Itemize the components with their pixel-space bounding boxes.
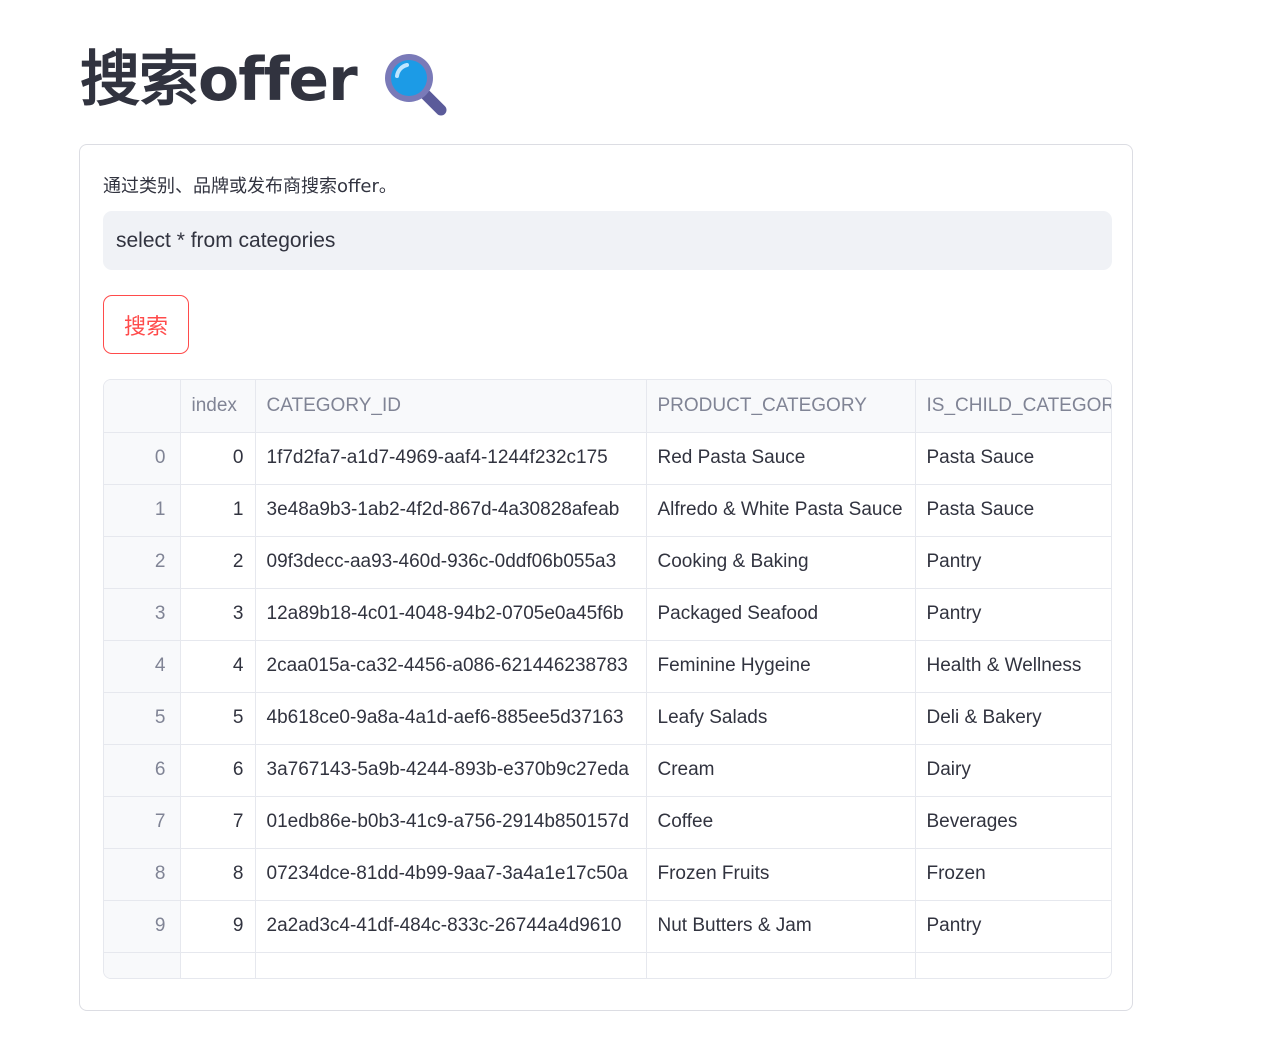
index-cell[interactable]: 4	[180, 640, 256, 693]
table-row: 3 3 12a89b18-4c01-4048-94b2-0705e0a45f6b…	[104, 588, 1111, 641]
index-cell[interactable]: 5	[180, 692, 256, 745]
column-header-product-category[interactable]: PRODUCT_CATEGORY	[646, 380, 916, 433]
is-child-category-cell[interactable]: Pantry	[915, 588, 1111, 641]
table-row: 1 1 3e48a9b3-1ab2-4f2d-867d-4a30828afeab…	[104, 484, 1111, 537]
is-child-category-cell[interactable]: Health & Wellness	[915, 640, 1111, 693]
table-header-row: index CATEGORY_ID PRODUCT_CATEGORY IS_CH…	[104, 380, 1111, 433]
title-row: 搜索offer	[80, 38, 451, 122]
is-child-category-cell[interactable]	[915, 952, 1111, 978]
product-category-cell[interactable]: Cream	[646, 744, 916, 797]
index-cell[interactable]: 8	[180, 848, 256, 901]
category-id-cell[interactable]: 12a89b18-4c01-4048-94b2-0705e0a45f6b	[255, 588, 647, 641]
magnifying-glass-icon	[379, 48, 451, 120]
row-header: 7	[104, 796, 181, 849]
query-field-label: 通过类别、品牌或发布商搜索offer。	[103, 176, 397, 197]
column-header-is-child-category[interactable]: IS_CHILD_CATEGORY	[915, 380, 1111, 433]
table-row: 8 8 07234dce-81dd-4b99-9aa7-3a4a1e17c50a…	[104, 848, 1111, 901]
category-id-cell[interactable]: 01edb86e-b0b3-41c9-a756-2914b850157d	[255, 796, 647, 849]
column-header-rowhead	[104, 380, 181, 433]
table-row-partial	[104, 952, 1111, 978]
product-category-cell[interactable]: Alfredo & White Pasta Sauce	[646, 484, 916, 537]
product-category-cell[interactable]: Frozen Fruits	[646, 848, 916, 901]
index-cell[interactable]: 0	[180, 432, 256, 485]
index-cell[interactable]: 3	[180, 588, 256, 641]
column-header-index[interactable]: index	[180, 380, 256, 433]
category-id-cell[interactable]: 4b618ce0-9a8a-4a1d-aef6-885ee5d37163	[255, 692, 647, 745]
product-category-cell[interactable]: Leafy Salads	[646, 692, 916, 745]
row-header	[104, 952, 181, 978]
category-id-cell[interactable]: 09f3decc-aa93-460d-936c-0ddf06b055a3	[255, 536, 647, 589]
category-id-cell[interactable]: 2a2ad3c4-41df-484c-833c-26744a4d9610	[255, 900, 647, 953]
category-id-cell[interactable]: 3a767143-5a9b-4244-893b-e370b9c27eda	[255, 744, 647, 797]
page-title: 搜索offer	[80, 45, 358, 115]
app-page: 搜索offer 通过类别、品牌或发布商搜索offer。 搜索 in	[0, 0, 1271, 1048]
row-header: 2	[104, 536, 181, 589]
category-id-cell[interactable]	[255, 952, 647, 978]
row-header: 9	[104, 900, 181, 953]
is-child-category-cell[interactable]: Frozen	[915, 848, 1111, 901]
is-child-category-cell[interactable]: Deli & Bakery	[915, 692, 1111, 745]
product-category-cell[interactable]: Nut Butters & Jam	[646, 900, 916, 953]
results-grid: index CATEGORY_ID PRODUCT_CATEGORY IS_CH…	[104, 380, 1111, 978]
table-row: 4 4 2caa015a-ca32-4456-a086-621446238783…	[104, 640, 1111, 693]
index-cell[interactable]: 7	[180, 796, 256, 849]
index-cell[interactable]: 6	[180, 744, 256, 797]
table-row: 5 5 4b618ce0-9a8a-4a1d-aef6-885ee5d37163…	[104, 692, 1111, 745]
column-header-category-id[interactable]: CATEGORY_ID	[255, 380, 647, 433]
row-header: 5	[104, 692, 181, 745]
is-child-category-cell[interactable]: Pasta Sauce	[915, 484, 1111, 537]
product-category-cell[interactable]	[646, 952, 916, 978]
product-category-cell[interactable]: Cooking & Baking	[646, 536, 916, 589]
product-category-cell[interactable]: Red Pasta Sauce	[646, 432, 916, 485]
table-row: 7 7 01edb86e-b0b3-41c9-a756-2914b850157d…	[104, 796, 1111, 849]
is-child-category-cell[interactable]: Beverages	[915, 796, 1111, 849]
results-table[interactable]: index CATEGORY_ID PRODUCT_CATEGORY IS_CH…	[103, 379, 1112, 979]
table-row: 6 6 3a767143-5a9b-4244-893b-e370b9c27eda…	[104, 744, 1111, 797]
table-row: 2 2 09f3decc-aa93-460d-936c-0ddf06b055a3…	[104, 536, 1111, 589]
table-row: 9 9 2a2ad3c4-41df-484c-833c-26744a4d9610…	[104, 900, 1111, 953]
is-child-category-cell[interactable]: Pantry	[915, 536, 1111, 589]
category-id-cell[interactable]: 07234dce-81dd-4b99-9aa7-3a4a1e17c50a	[255, 848, 647, 901]
row-header: 3	[104, 588, 181, 641]
index-cell[interactable]: 2	[180, 536, 256, 589]
table-row: 0 0 1f7d2fa7-a1d7-4969-aaf4-1244f232c175…	[104, 432, 1111, 485]
product-category-cell[interactable]: Feminine Hygeine	[646, 640, 916, 693]
category-id-cell[interactable]: 2caa015a-ca32-4456-a086-621446238783	[255, 640, 647, 693]
row-header: 1	[104, 484, 181, 537]
index-cell[interactable]: 1	[180, 484, 256, 537]
index-cell[interactable]: 9	[180, 900, 256, 953]
query-input[interactable]	[103, 211, 1112, 270]
index-cell[interactable]	[180, 952, 256, 978]
is-child-category-cell[interactable]: Pantry	[915, 900, 1111, 953]
category-id-cell[interactable]: 3e48a9b3-1ab2-4f2d-867d-4a30828afeab	[255, 484, 647, 537]
row-header: 0	[104, 432, 181, 485]
row-header: 8	[104, 848, 181, 901]
search-button[interactable]: 搜索	[103, 295, 189, 354]
product-category-cell[interactable]: Packaged Seafood	[646, 588, 916, 641]
product-category-cell[interactable]: Coffee	[646, 796, 916, 849]
row-header: 4	[104, 640, 181, 693]
row-header: 6	[104, 744, 181, 797]
search-form: 通过类别、品牌或发布商搜索offer。 搜索 index CATEGORY_ID…	[79, 144, 1133, 1011]
is-child-category-cell[interactable]: Dairy	[915, 744, 1111, 797]
category-id-cell[interactable]: 1f7d2fa7-a1d7-4969-aaf4-1244f232c175	[255, 432, 647, 485]
is-child-category-cell[interactable]: Pasta Sauce	[915, 432, 1111, 485]
